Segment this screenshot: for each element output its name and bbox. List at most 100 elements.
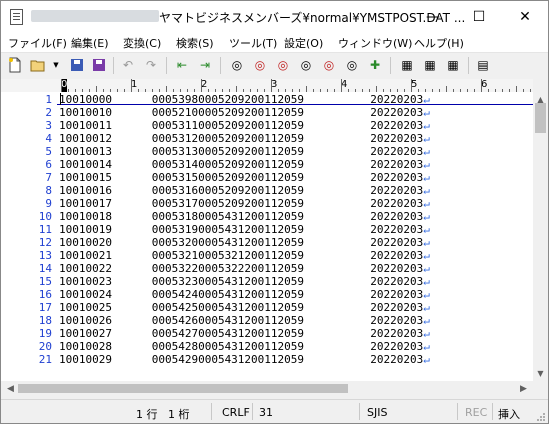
- line-text: 10010024 00054240005431200112059 2022020…: [59, 288, 424, 301]
- open-folder-icon[interactable]: [30, 57, 46, 73]
- status-eol[interactable]: CRLF: [222, 406, 250, 419]
- minimize-icon: —: [426, 8, 440, 25]
- window-list-icon[interactable]: ▦: [445, 57, 461, 73]
- scroll-left-icon[interactable]: ◀: [3, 381, 18, 396]
- menu-settings[interactable]: 設定(O): [284, 35, 323, 51]
- new-file-icon[interactable]: [7, 57, 23, 73]
- line-number: 19: [38, 327, 52, 340]
- line-number: 16: [38, 288, 52, 301]
- maximize-button[interactable]: ☐: [456, 1, 502, 32]
- text-line[interactable]: 10010011 00053110005209200112059 2022020…: [59, 119, 430, 132]
- title-bar[interactable]: ヤマトビジネスメンバーズ¥normal¥YMSTPOST.DAT ... — ☐…: [1, 1, 548, 32]
- text-caret: [60, 93, 61, 105]
- text-line[interactable]: 10010028 00054280005431200112059 2022020…: [59, 340, 430, 353]
- line-number-gutter[interactable]: 1 2 3 4 5 6 7 8 9 10 11 12 13 14 15 16 17 18 19 20 21: [1, 92, 57, 381]
- ruler-tick: [341, 79, 342, 92]
- line-text: 10010029 00054290005431200112059 2022020…: [59, 353, 424, 366]
- scroll-down-icon[interactable]: ▼: [533, 366, 548, 381]
- line-number: 11: [38, 223, 52, 236]
- text-line[interactable]: 10010029 00054290005431200112059 2022020…: [59, 353, 430, 366]
- text-line[interactable]: 10010021 00053210005321200112059 2022020…: [59, 249, 430, 262]
- grep-icon[interactable]: ✚: [367, 57, 383, 73]
- text-line[interactable]: 10010017 00053170005209200112059 2022020…: [59, 197, 430, 210]
- menu-file[interactable]: ファイル(F): [8, 35, 67, 51]
- close-button[interactable]: ✕: [502, 1, 548, 32]
- toolbar-separator: [468, 57, 469, 74]
- bookmark-next-icon[interactable]: ◎: [344, 57, 360, 73]
- resize-grip-icon[interactable]: [536, 412, 546, 422]
- line-text: 10010026 00054260005431200112059 2022020…: [59, 314, 424, 327]
- outline-icon[interactable]: ▦: [422, 57, 438, 73]
- menu-window[interactable]: ウィンドウ(W): [338, 35, 412, 51]
- vertical-scrollbar[interactable]: ▲ ▼: [533, 79, 548, 381]
- line-text: 10010012 00053120005209200112059 2022020…: [59, 132, 424, 145]
- eol-mark-icon: ↵: [423, 327, 430, 340]
- text-line[interactable]: 10010012 00053120005209200112059 2022020…: [59, 132, 430, 145]
- line-text: 10010021 00053210005321200112059 2022020…: [59, 249, 424, 262]
- menu-convert[interactable]: 変換(C): [123, 35, 161, 51]
- status-row[interactable]: 1 行: [136, 406, 158, 422]
- scroll-right-icon[interactable]: ▶: [516, 381, 531, 396]
- save-icon[interactable]: [69, 57, 85, 73]
- dropdown-arrow-icon[interactable]: ▼: [48, 57, 64, 73]
- text-line[interactable]: 10010022 00053220005322200112059 2022020…: [59, 262, 430, 275]
- eol-mark-icon: ↵: [423, 132, 430, 145]
- text-line[interactable]: 10010010 00052100005209200112059 2022020…: [59, 106, 430, 119]
- save-all-icon[interactable]: [91, 57, 107, 73]
- menu-help[interactable]: ヘルプ(H): [414, 35, 464, 51]
- menu-edit[interactable]: 編集(E): [71, 35, 109, 51]
- line-text: 10010010 00052100005209200112059 2022020…: [59, 106, 424, 119]
- line-text: 10010022 00053220005322200112059 2022020…: [59, 262, 424, 275]
- text-line[interactable]: 10010024 00054240005431200112059 2022020…: [59, 288, 430, 301]
- bookmark-icon[interactable]: ◎: [321, 57, 337, 73]
- line-number: 17: [38, 301, 52, 314]
- text-area[interactable]: 10010000 00053980005209200112059 2022020…: [57, 92, 533, 381]
- search-next-icon[interactable]: ◎: [252, 57, 268, 73]
- editor-window: ヤマトビジネスメンバーズ¥normal¥YMSTPOST.DAT ... — ☐…: [0, 0, 549, 424]
- menu-tools[interactable]: ツール(T): [229, 35, 277, 51]
- compare-icon[interactable]: ▦: [399, 57, 415, 73]
- eol-mark-icon: ↵: [423, 145, 430, 158]
- undo-icon[interactable]: ↶: [120, 57, 136, 73]
- eol-mark-icon: ↵: [423, 236, 430, 249]
- status-rec[interactable]: REC: [465, 406, 487, 419]
- text-line[interactable]: 10010019 00053190005431200112059 2022020…: [59, 223, 430, 236]
- app-icon[interactable]: [10, 9, 23, 25]
- text-line[interactable]: 10010020 00053200005431200112059 2022020…: [59, 236, 430, 249]
- line-text: 10010015 00053150005209200112059 2022020…: [59, 171, 424, 184]
- search-prev-icon[interactable]: ◎: [275, 57, 291, 73]
- text-line[interactable]: 10010013 00053130005209200112059 2022020…: [59, 145, 430, 158]
- line-number: 7: [45, 171, 52, 184]
- horizontal-scrollbar[interactable]: ◀ ▶: [1, 381, 533, 396]
- status-encoding[interactable]: SJIS: [367, 406, 387, 419]
- toolbar-separator: [220, 57, 221, 74]
- text-line[interactable]: 10010025 00054250005431200112059 2022020…: [59, 301, 430, 314]
- ruler-tick: [481, 79, 482, 92]
- status-col[interactable]: 1 桁: [168, 406, 190, 422]
- horizontal-scroll-thumb[interactable]: [18, 384, 348, 393]
- status-insert-mode[interactable]: 挿入: [498, 406, 520, 422]
- search-icon[interactable]: ◎: [229, 57, 245, 73]
- text-line[interactable]: 10010026 00054260005431200112059 2022020…: [59, 314, 430, 327]
- jump-back-icon[interactable]: ⇤: [174, 57, 190, 73]
- text-line[interactable]: 10010027 00054270005431200112059 2022020…: [59, 327, 430, 340]
- text-line[interactable]: 10010023 00053230005431200112059 2022020…: [59, 275, 430, 288]
- status-separator: [211, 403, 212, 420]
- settings-icon[interactable]: ▤: [475, 57, 491, 73]
- menu-search[interactable]: 検索(S): [176, 35, 214, 51]
- text-line[interactable]: 10010014 00053140005209200112059 2022020…: [59, 158, 430, 171]
- vertical-scroll-thumb[interactable]: [535, 103, 546, 133]
- text-line[interactable]: 10010018 00053180005431200112059 2022020…: [59, 210, 430, 223]
- line-number: 18: [38, 314, 52, 327]
- text-line[interactable]: 10010015 00053150005209200112059 2022020…: [59, 171, 430, 184]
- eol-mark-icon: ↵: [423, 119, 430, 132]
- search-highlight-icon[interactable]: ◎: [298, 57, 314, 73]
- column-ruler[interactable]: 0 1 2 3 4 5 6: [61, 79, 533, 92]
- eol-mark-icon: ↵: [423, 210, 430, 223]
- minimize-button[interactable]: —: [410, 1, 456, 32]
- status-char-code[interactable]: 31: [259, 406, 273, 419]
- line-number: 21: [38, 353, 52, 366]
- redo-icon[interactable]: ↷: [143, 57, 159, 73]
- jump-forward-icon[interactable]: ⇥: [197, 57, 213, 73]
- text-line[interactable]: 10010016 00053160005209200112059 2022020…: [59, 184, 430, 197]
